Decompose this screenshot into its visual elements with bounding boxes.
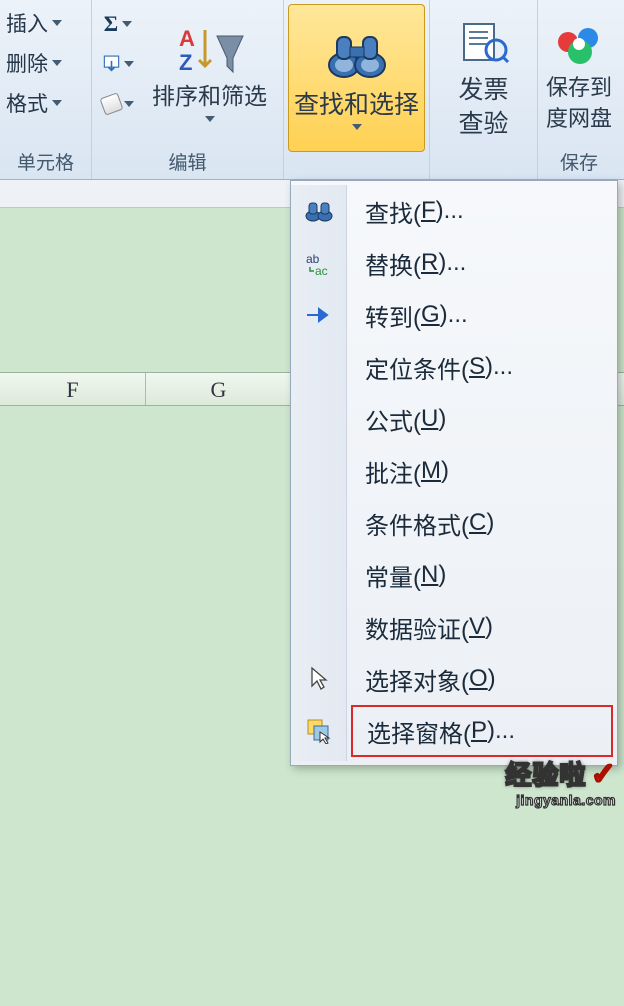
cursor-icon [291, 653, 346, 705]
menu-item-conditional-formatting[interactable]: 条件格式(C) [347, 497, 617, 549]
ribbon-group-save: 保存到 度网盘 保存 [538, 0, 620, 179]
invoice-label-2: 查验 [458, 109, 508, 139]
group-label-save: 保存 [538, 148, 620, 175]
save-label-1: 保存到 [546, 75, 612, 101]
dropdown-icon [52, 100, 62, 106]
fill-down-icon [102, 53, 121, 75]
find-select-label: 查找和选择 [294, 90, 419, 120]
sigma-icon: Σ [104, 11, 118, 37]
delete-button[interactable]: 删除 [4, 46, 87, 80]
dropdown-icon [352, 124, 362, 130]
cloud-icon [554, 24, 604, 71]
blank-icon [291, 497, 346, 549]
watermark: 经验啦 ✓ jingyanla.com [505, 755, 616, 808]
sort-filter-label: 排序和筛选 [152, 83, 267, 111]
insert-button[interactable]: 插入 [4, 6, 87, 40]
svg-text:A: A [179, 26, 195, 51]
format-button[interactable]: 格式 [4, 86, 87, 120]
delete-label: 删除 [6, 48, 48, 78]
sort-filter-button[interactable]: A Z 排序和筛选 [140, 2, 279, 142]
menu-icon-column: ab ac [291, 185, 347, 761]
check-icon: ✓ [591, 758, 616, 791]
blank-icon [291, 549, 346, 601]
menu-item-find[interactable]: 查找(F)... [347, 185, 617, 237]
dropdown-icon [205, 116, 215, 122]
arrow-right-icon [291, 289, 346, 341]
blank-icon [291, 393, 346, 445]
dropdown-icon [52, 20, 62, 26]
fill-button[interactable] [102, 48, 134, 80]
dropdown-icon [124, 101, 134, 107]
menu-item-goto-special[interactable]: 定位条件(S)... [347, 341, 617, 393]
binoculars-icon [324, 27, 390, 86]
watermark-url: jingyanla.com [505, 792, 616, 808]
clear-button[interactable] [102, 88, 134, 120]
menu-item-selection-pane[interactable]: 选择窗格(P)... [351, 705, 613, 757]
find-select-dropdown: ab ac [290, 180, 618, 766]
menu-item-data-validation[interactable]: 数据验证(V) [347, 601, 617, 653]
save-label-2: 度网盘 [546, 106, 612, 132]
blank-icon [291, 445, 346, 497]
replace-icon: ab ac [291, 237, 346, 289]
invoice-icon [458, 18, 510, 71]
insert-label: 插入 [6, 8, 48, 38]
ribbon-group-cells: 插入 删除 格式 单元格 [0, 0, 92, 179]
menu-item-formulas[interactable]: 公式(U) [347, 393, 617, 445]
blank-icon [291, 341, 346, 393]
dropdown-icon [52, 60, 62, 66]
group-label-cells: 单元格 [0, 148, 91, 175]
svg-text:Z: Z [179, 50, 192, 75]
autosum-button[interactable]: Σ [102, 8, 134, 40]
sort-filter-icon: A Z [175, 22, 245, 77]
invoice-verify-button[interactable]: 发票 查验 [434, 4, 533, 152]
eraser-icon [99, 92, 123, 115]
menu-item-goto[interactable]: 转到(G)... [347, 289, 617, 341]
invoice-label-1: 发票 [458, 75, 508, 105]
dropdown-icon [124, 61, 134, 67]
column-header[interactable]: G [146, 373, 292, 405]
svg-text:ac: ac [315, 264, 328, 275]
ribbon: 插入 删除 格式 单元格 Σ [0, 0, 624, 180]
dropdown-icon [122, 21, 132, 27]
blank-icon [291, 601, 346, 653]
column-header[interactable]: F [0, 373, 146, 405]
ribbon-group-invoice: 发票 查验 [430, 0, 538, 179]
binocular-icon [291, 185, 346, 237]
save-baidu-button[interactable]: 保存到 度网盘 [542, 4, 616, 152]
menu-item-constants[interactable]: 常量(N) [347, 549, 617, 601]
selection-pane-icon [291, 705, 346, 757]
menu-item-select-objects[interactable]: 选择对象(O) [347, 653, 617, 705]
ribbon-group-editing: Σ A Z [92, 0, 284, 179]
menu-item-replace[interactable]: 替换(R)... [347, 237, 617, 289]
group-label-editing: 编辑 [92, 148, 283, 175]
menu-items: 查找(F)... 替换(R)... 转到(G)... 定位条件(S)... 公式… [347, 185, 617, 761]
watermark-brand: 经验啦 [505, 760, 586, 790]
find-select-button[interactable]: 查找和选择 [288, 4, 425, 152]
format-label: 格式 [6, 88, 48, 118]
ribbon-group-find-select: 查找和选择 [284, 0, 430, 179]
menu-item-comments[interactable]: 批注(M) [347, 445, 617, 497]
